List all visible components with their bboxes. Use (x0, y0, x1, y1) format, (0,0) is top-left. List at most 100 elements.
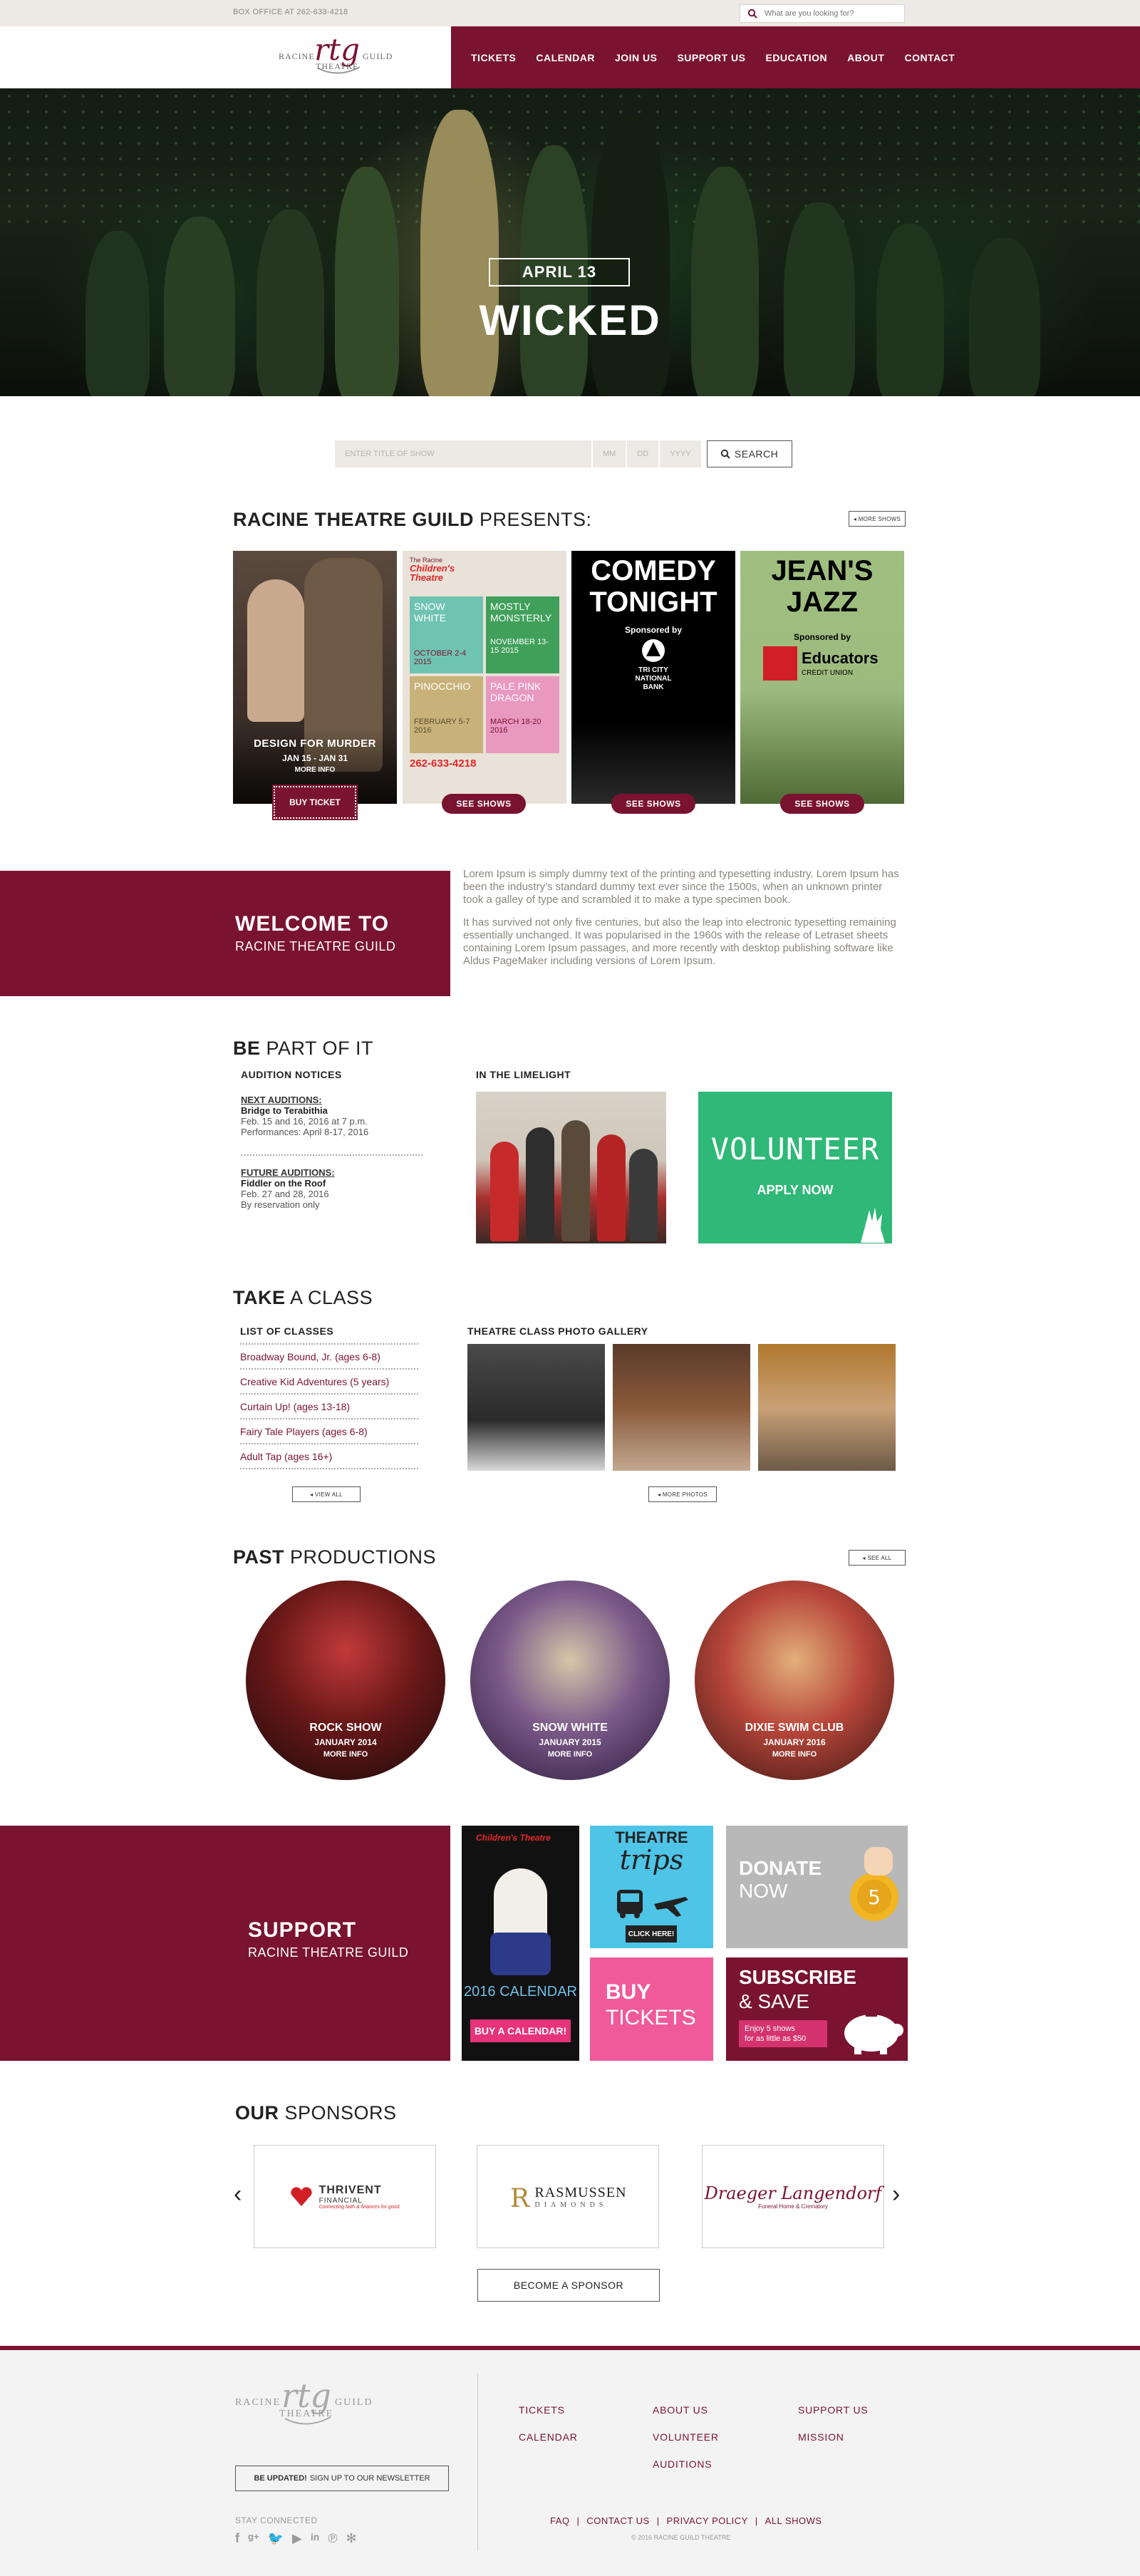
theatre-trips-tile[interactable]: THEATRE trips CLICK HERE! (590, 1826, 713, 1948)
welcome-line1: WELCOME TO (235, 912, 390, 936)
chevron-right-icon[interactable]: › (892, 2181, 900, 2208)
class-item[interactable]: Broadway Bound, Jr. (ages 6-8) (240, 1345, 418, 1370)
footer-link-calendar[interactable]: CALENDAR (519, 2431, 578, 2443)
footer-link-contact-us[interactable]: CONTACT US (586, 2515, 649, 2526)
calendar-tile[interactable]: Children's Theatre 2016 CALENDAR BUY A C… (462, 1826, 579, 2061)
presents-heading: RACINE THEATRE GUILD PRESENTS: (233, 509, 592, 530)
donate-tile[interactable]: DONATE NOW 5 (726, 1826, 908, 1948)
past-production-snow-white[interactable]: SNOW WHITE JANUARY 2015 MORE INFO (470, 1581, 670, 1780)
sponsor-thrivent[interactable]: THRIVENT FINANCIAL Connecting faith & fi… (254, 2145, 436, 2248)
show-card-jeans-jazz[interactable]: JEAN'S JAZZ Sponsored by Educators CREDI… (740, 551, 904, 804)
footer-link-volunteer[interactable]: VOLUNTEER (653, 2431, 719, 2443)
buy-tickets-tile[interactable]: BUY TICKETS (590, 1957, 713, 2061)
past-more-info[interactable]: MORE INFO (246, 1750, 445, 1759)
yelp-icon[interactable]: ✻ (346, 2531, 357, 2546)
newsletter-signup-button[interactable]: BE UPDATED! SIGN UP TO OUR NEWSLETTER (235, 2466, 449, 2491)
gallery-photo-3[interactable] (758, 1344, 896, 1471)
class-item[interactable]: Adult Tap (ages 16+) (240, 1444, 418, 1469)
limelight-photo[interactable] (476, 1092, 666, 1243)
class-item[interactable]: Curtain Up! (ages 13-18) (240, 1395, 418, 1419)
nav-about[interactable]: ABOUT (847, 52, 884, 63)
footer-link-faq[interactable]: FAQ (550, 2515, 570, 2526)
footer-link-tickets[interactable]: TICKETS (519, 2404, 565, 2416)
show-title-input[interactable]: ENTER TITLE OF SHOW (335, 440, 591, 467)
nav-tickets[interactable]: TICKETS (471, 52, 516, 63)
sponsor-rasmussen[interactable]: R RASMUSSEN DIAMONDS (477, 2145, 659, 2248)
footer-link-about-us[interactable]: ABOUT US (653, 2404, 708, 2416)
footer-link-mission[interactable]: MISSION (798, 2431, 844, 2443)
nav-calendar[interactable]: CALENDAR (536, 52, 595, 63)
facebook-icon[interactable]: f (235, 2531, 239, 2546)
footer-logo[interactable]: rtg RACINE GUILD THEATRE (235, 2373, 378, 2444)
stay-connected-label: STAY CONNECTED (235, 2515, 318, 2525)
show-card-design-for-murder[interactable]: DESIGN FOR MURDER JAN 15 - JAN 31 MORE I… (233, 551, 397, 804)
pinterest-icon[interactable]: ℗ (328, 2531, 337, 2546)
card-more-info[interactable]: MORE INFO (233, 766, 397, 774)
see-shows-button-childrens[interactable]: SEE SHOWS (442, 794, 526, 814)
logo[interactable]: rtg RACINE GUILD THEATRE (274, 31, 403, 81)
trips-click-here-button[interactable]: CLICK HERE! (626, 1925, 677, 1943)
view-all-classes-button[interactable]: ◂ VIEW ALL (292, 1486, 361, 1502)
buy-ticket-button[interactable]: BUY TICKET (272, 785, 358, 820)
site-search[interactable] (740, 4, 905, 23)
show-search-form: ENTER TITLE OF SHOW MM DD YYYY SEARCH (335, 440, 792, 467)
past-more-info[interactable]: MORE INFO (695, 1750, 894, 1759)
main-nav: TICKETS CALENDAR JOIN US SUPPORT US EDUC… (451, 26, 1140, 88)
footer-link-auditions[interactable]: AUDITIONS (653, 2458, 712, 2470)
footer-logo-left: RACINE (235, 2397, 281, 2408)
poster-phone: 262-633-4218 (410, 757, 477, 770)
past-title: DIXIE SWIM CLUB (745, 1722, 844, 1734)
day-input[interactable]: DD (627, 440, 659, 467)
site-search-input[interactable] (765, 9, 893, 18)
show-card-childrens-theatre[interactable]: The Racine Children's Theatre SNOW WHITE… (403, 551, 566, 804)
nav-education[interactable]: EDUCATION (765, 52, 827, 63)
class-item[interactable]: Fairy Tale Players (ages 6-8) (240, 1419, 418, 1444)
hero-overlay (0, 88, 1140, 396)
bus-and-plane-icon (617, 1890, 688, 1918)
month-input[interactable]: MM (593, 440, 626, 467)
volunteer-tile[interactable]: VOLUNTEER APPLY NOW (698, 1092, 892, 1243)
youtube-icon[interactable]: ▶ (292, 2531, 302, 2546)
logo-text-bottom: THEATRE (316, 61, 359, 71)
past-production-dixie-swim-club[interactable]: DIXIE SWIM CLUB JANUARY 2016 MORE INFO (695, 1581, 894, 1780)
linkedin-icon[interactable]: in (311, 2531, 319, 2546)
nav-join-us[interactable]: JOIN US (615, 52, 658, 63)
card-dates: JAN 15 - JAN 31 (281, 753, 348, 763)
sponsor-draeger-langendorf[interactable]: Draeger Langendorf Funeral Home & Cremat… (702, 2145, 884, 2248)
see-shows-button-comedy[interactable]: SEE SHOWS (611, 794, 695, 814)
class-item[interactable]: Creative Kid Adventures (5 years) (240, 1370, 418, 1395)
buy-calendar-button[interactable]: BUY A CALENDAR! (470, 2019, 571, 2042)
logo-text-left: RACINE (279, 51, 315, 61)
show-search-button[interactable]: SEARCH (706, 440, 792, 467)
subscribe-tile[interactable]: SUBSCRIBE & SAVE Enjoy 5 shows for as li… (726, 1957, 908, 2061)
past-production-rock-show[interactable]: ROCK SHOW JANUARY 2014 MORE INFO (246, 1581, 445, 1780)
gallery-photo-1[interactable] (467, 1344, 605, 1471)
past-more-info[interactable]: MORE INFO (470, 1750, 670, 1759)
logo-text-right: GUILD (363, 51, 393, 61)
nav-support-us[interactable]: SUPPORT US (677, 52, 745, 63)
more-shows-button[interactable]: ◂ MORE SHOWS (849, 511, 906, 527)
nav-contact[interactable]: CONTACT (904, 52, 955, 63)
footer-logo-bottom: THEATRE (279, 2409, 334, 2419)
become-sponsor-button[interactable]: BECOME A SPONSOR (477, 2269, 660, 2302)
volunteer-subtitle: APPLY NOW (757, 1183, 834, 1197)
hero-banner[interactable] (0, 88, 1140, 396)
chevron-left-icon[interactable]: ‹ (234, 2181, 242, 2208)
footer-link-all-shows[interactable]: ALL SHOWS (765, 2515, 822, 2526)
jazz-sponsor2: CREDIT UNION (802, 669, 854, 677)
photo-figure (526, 1127, 554, 1241)
google-plus-icon[interactable]: g+ (248, 2531, 259, 2546)
footer-link-privacy-policy[interactable]: PRIVACY POLICY (667, 2515, 748, 2526)
past-date: JANUARY 2014 (314, 1737, 377, 1747)
calendar-title: 2016 CALENDAR (464, 1984, 577, 2000)
more-photos-button[interactable]: ◂ MORE PHOTOS (648, 1486, 717, 1502)
see-shows-button-jazz[interactable]: SEE SHOWS (780, 794, 864, 814)
gallery-photo-2[interactable] (613, 1344, 750, 1471)
twitter-icon[interactable]: 🐦 (268, 2531, 284, 2546)
footer-link-support-us[interactable]: SUPPORT US (798, 2404, 869, 2416)
year-input[interactable]: YYYY (660, 440, 701, 467)
top-bar (0, 0, 1140, 26)
see-all-button[interactable]: ◂ SEE ALL (849, 1550, 906, 1566)
show-card-comedy-tonight[interactable]: COMEDY TONIGHT Sponsored by TRI CITY NAT… (571, 551, 735, 804)
sponsors-heading: OUR SPONSORS (235, 2102, 397, 2124)
